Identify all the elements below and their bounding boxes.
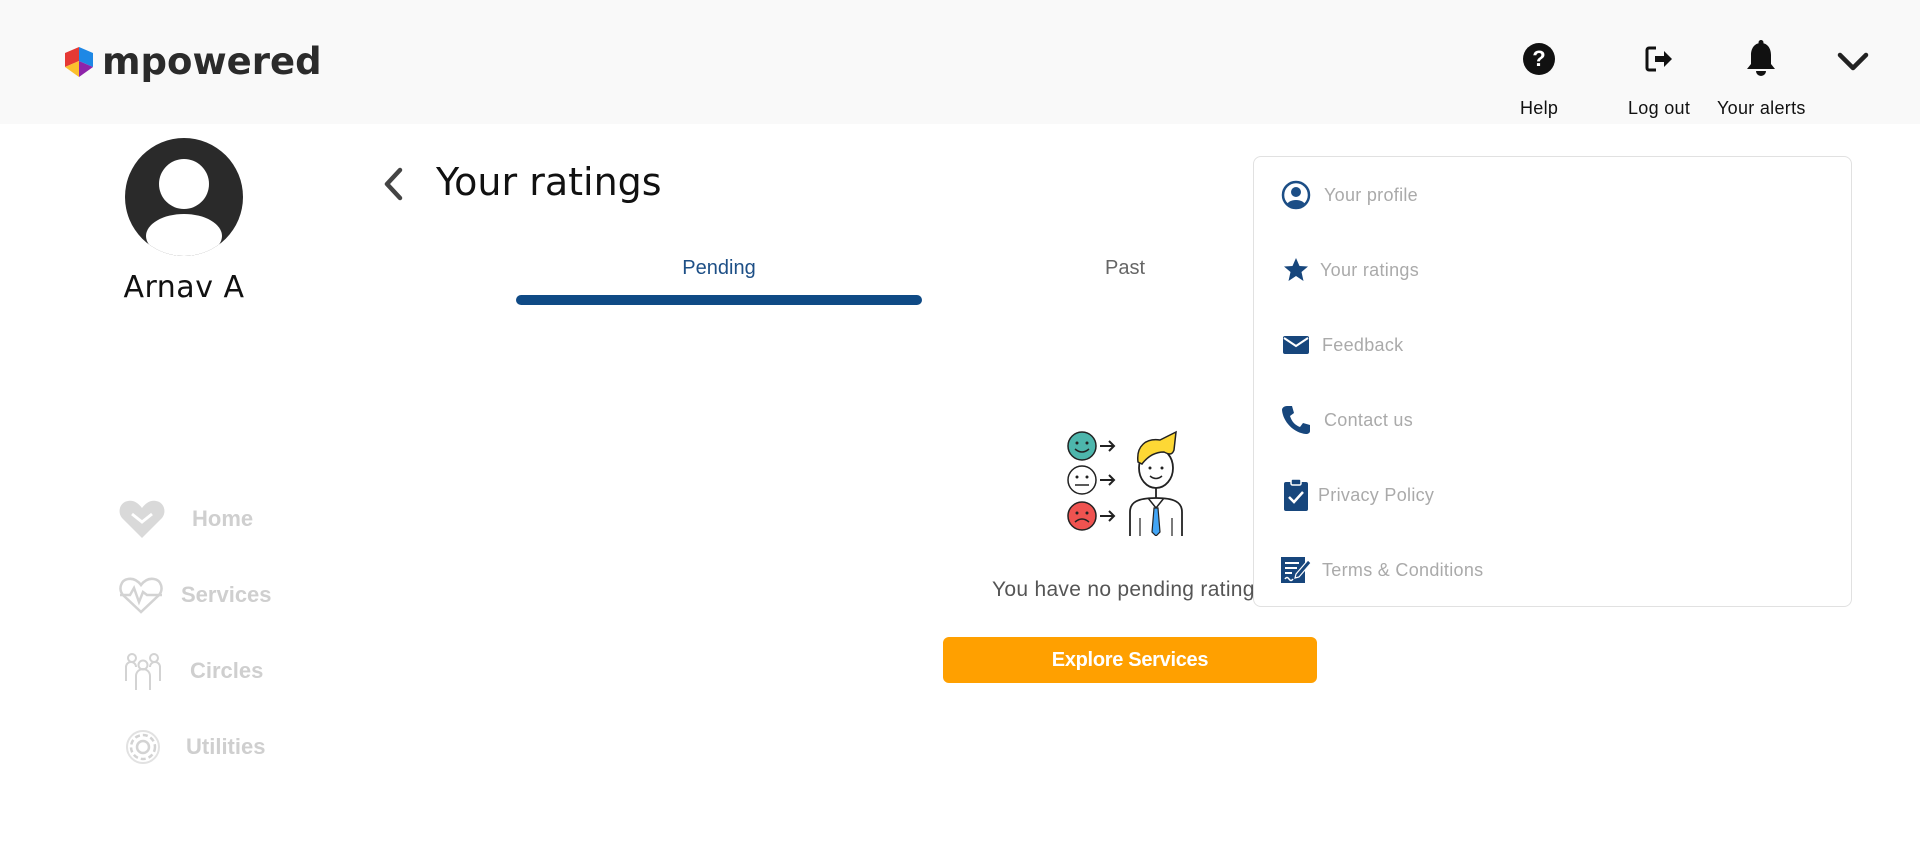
no-ratings-illustration [1064, 428, 1194, 537]
help-button[interactable]: ? Help [1520, 40, 1558, 119]
nav-label-utilities: Utilities [186, 734, 266, 759]
brand-logo[interactable]: mpowered [62, 42, 322, 82]
chevron-down-icon [1837, 52, 1869, 71]
clipboard-check-icon [1284, 478, 1308, 511]
avatar[interactable] [125, 138, 243, 256]
logout-label: Log out [1628, 98, 1691, 118]
menu-label-feedback: Feedback [1322, 334, 1404, 355]
star-icon [1284, 258, 1308, 281]
nav-label-home: Home [192, 506, 254, 531]
help-label: Help [1520, 98, 1559, 118]
svg-text:?: ? [1532, 46, 1545, 71]
account-dropdown-menu: Your profile Your ratings Feedback Conta… [1253, 156, 1852, 607]
logo-text: mpowered [102, 40, 322, 83]
tab-pending[interactable]: Pending [516, 257, 922, 280]
menu-item-feedback[interactable]: Feedback [1280, 327, 1403, 363]
top-header: mpowered ? Help Log out Your alerts [0, 0, 1920, 124]
empty-state-message: You have no pending ratings [992, 578, 1266, 601]
menu-label-privacy-policy: Privacy Policy [1318, 484, 1435, 505]
bell-icon [1747, 40, 1776, 76]
menu-label-terms-conditions: Terms & Conditions [1322, 559, 1484, 580]
menu-item-your-ratings[interactable]: Your ratings [1280, 252, 1419, 288]
user-name: Arnav A [123, 270, 245, 305]
people-icon [125, 653, 161, 690]
logout-icon [1645, 46, 1673, 72]
document-sign-icon [1281, 557, 1312, 583]
help-icon: ? [1523, 43, 1556, 75]
nav-label-services: Services [181, 582, 272, 607]
menu-item-terms-conditions[interactable]: Terms & Conditions [1280, 552, 1483, 588]
user-circle-icon [1281, 180, 1311, 210]
menu-label-your-profile: Your profile [1324, 184, 1418, 205]
alerts-button[interactable]: Your alerts [1717, 40, 1806, 119]
nav-item-services[interactable]: Services [118, 575, 272, 615]
nav-item-home[interactable]: Home [118, 498, 253, 540]
heart-home-icon [119, 500, 165, 538]
ratings-illustration-icon [1067, 430, 1183, 537]
nav-label-circles: Circles [190, 658, 264, 683]
menu-label-contact-us: Contact us [1324, 409, 1414, 430]
alerts-label: Your alerts [1717, 98, 1806, 118]
logout-button[interactable]: Log out [1628, 40, 1690, 119]
page-title: Your ratings [436, 160, 662, 204]
nav-item-utilities[interactable]: Utilities [124, 727, 265, 767]
user-avatar-icon [125, 138, 243, 256]
active-tab-indicator [516, 295, 922, 305]
account-menu-toggle[interactable] [1836, 47, 1870, 77]
gear-icon [126, 730, 160, 764]
envelope-icon [1283, 336, 1309, 354]
menu-item-privacy-policy[interactable]: Privacy Policy [1280, 477, 1434, 513]
menu-item-your-profile[interactable]: Your profile [1280, 177, 1418, 213]
explore-services-button[interactable]: Explore Services [943, 637, 1317, 683]
back-button[interactable] [376, 164, 412, 204]
mpowered-logo-icon [65, 47, 93, 77]
menu-item-contact-us[interactable]: Contact us [1280, 402, 1413, 438]
menu-label-your-ratings: Your ratings [1320, 259, 1419, 280]
chevron-left-icon [384, 167, 403, 201]
nav-item-circles[interactable]: Circles [122, 651, 263, 691]
phone-icon [1282, 406, 1310, 434]
heart-pulse-icon [119, 577, 163, 614]
